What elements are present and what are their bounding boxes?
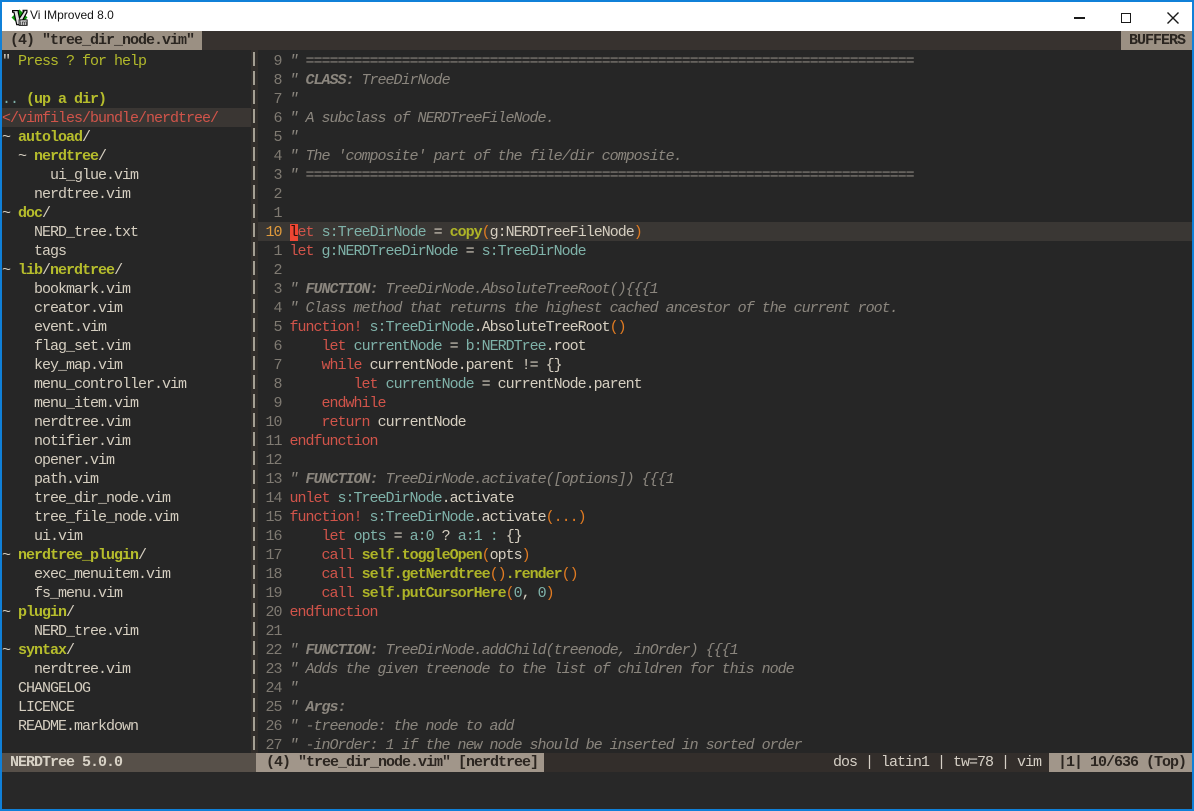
svg-text:im: im bbox=[20, 20, 28, 26]
